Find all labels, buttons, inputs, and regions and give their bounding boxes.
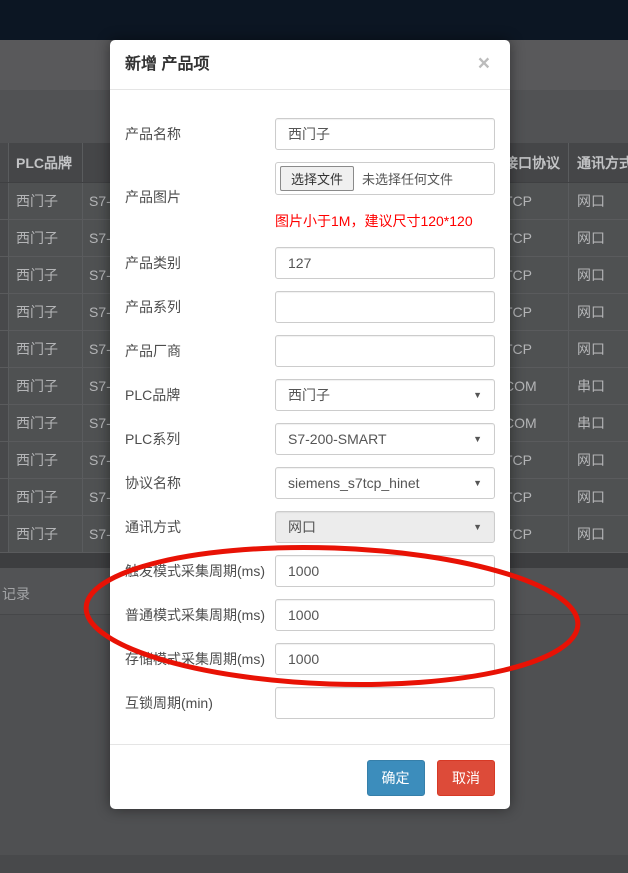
confirm-button[interactable]: 确定	[367, 760, 425, 796]
protocol-name-select[interactable]: siemens_s7tcp_hinet ▼	[275, 467, 495, 499]
comm-method-select[interactable]: 网口 ▼	[275, 511, 495, 543]
cell-comm-method: 网口	[568, 294, 628, 330]
normal-mode-period-label: 普通模式采集周期(ms)	[125, 605, 275, 625]
chevron-down-icon: ▼	[473, 390, 482, 400]
modal-header: 新增 产品项 ×	[110, 40, 510, 90]
protocol-name-value: siemens_s7tcp_hinet	[288, 475, 420, 491]
table-left-gutter	[0, 442, 8, 478]
trigger-mode-period-label: 触发模式采集周期(ms)	[125, 561, 275, 581]
table-left-gutter	[0, 183, 8, 219]
chevron-down-icon: ▼	[473, 478, 482, 488]
form-row-product-name: 产品名称	[125, 118, 495, 150]
header-plc-brand: PLC品牌	[8, 143, 82, 182]
table-left-gutter	[0, 405, 8, 441]
cell-plc-brand: 西门子	[8, 405, 82, 441]
plc-brand-select[interactable]: 西门子 ▼	[275, 379, 495, 411]
modal-title: 新增 产品项	[125, 55, 495, 75]
file-status-text: 未选择任何文件	[362, 169, 453, 188]
table-left-gutter	[0, 257, 8, 293]
cell-comm-method: 网口	[568, 479, 628, 515]
cell-plc-brand: 西门子	[8, 331, 82, 367]
cell-plc-brand: 西门子	[8, 368, 82, 404]
page-bottom-band	[0, 855, 628, 873]
cell-comm-method: 串口	[568, 368, 628, 404]
plc-brand-value: 西门子	[288, 385, 330, 405]
product-image-file-area: 选择文件 未选择任何文件 图片小于1M，建议尺寸120*120	[275, 162, 495, 231]
table-left-gutter	[0, 368, 8, 404]
chevron-down-icon: ▼	[473, 522, 482, 532]
cell-plc-brand: 西门子	[8, 479, 82, 515]
interlock-period-label: 互锁周期(min)	[125, 693, 275, 713]
cell-comm-method: 网口	[568, 442, 628, 478]
cell-plc-brand: 西门子	[8, 183, 82, 219]
table-left-gutter	[0, 479, 8, 515]
cell-plc-brand: 西门子	[8, 516, 82, 552]
plc-brand-label: PLC品牌	[125, 385, 275, 405]
chevron-down-icon: ▼	[473, 434, 482, 444]
form-row-comm-method: 通讯方式 网口 ▼	[125, 511, 495, 543]
choose-file-button[interactable]: 选择文件	[280, 166, 354, 191]
cell-plc-brand: 西门子	[8, 294, 82, 330]
form-row-plc-series: PLC系列 S7-200-SMART ▼	[125, 423, 495, 455]
header-comm-method: 通讯方式	[568, 143, 628, 182]
records-label: 记录	[2, 584, 30, 604]
add-product-modal: 新增 产品项 × 产品名称 产品图片 选择文件 未选择任何文件 图片小于1M，建…	[110, 40, 510, 809]
cell-plc-brand: 西门子	[8, 442, 82, 478]
product-image-file-input[interactable]: 选择文件 未选择任何文件	[275, 162, 495, 195]
cell-comm-method: 网口	[568, 516, 628, 552]
form-row-trigger-mode-period: 触发模式采集周期(ms)	[125, 555, 495, 587]
product-category-label: 产品类别	[125, 253, 275, 273]
comm-method-label: 通讯方式	[125, 517, 275, 537]
product-vendor-input[interactable]	[275, 335, 495, 367]
product-series-input[interactable]	[275, 291, 495, 323]
plc-series-select[interactable]: S7-200-SMART ▼	[275, 423, 495, 455]
close-icon[interactable]: ×	[472, 52, 496, 75]
modal-body: 产品名称 产品图片 选择文件 未选择任何文件 图片小于1M，建议尺寸120*12…	[110, 90, 510, 719]
cell-comm-method: 网口	[568, 183, 628, 219]
form-row-product-category: 产品类别	[125, 247, 495, 279]
interlock-period-input[interactable]	[275, 687, 495, 719]
product-category-input[interactable]	[275, 247, 495, 279]
form-row-product-series: 产品系列	[125, 291, 495, 323]
form-row-product-vendor: 产品厂商	[125, 335, 495, 367]
modal-footer: 确定 取消	[110, 744, 510, 809]
table-left-gutter	[0, 331, 8, 367]
form-row-interlock-period: 互锁周期(min)	[125, 687, 495, 719]
form-row-product-image: 产品图片 选择文件 未选择任何文件 图片小于1M，建议尺寸120*120	[125, 162, 495, 231]
protocol-name-label: 协议名称	[125, 473, 275, 493]
table-left-gutter	[0, 143, 8, 182]
cell-comm-method: 网口	[568, 257, 628, 293]
form-row-normal-mode-period: 普通模式采集周期(ms)	[125, 599, 495, 631]
storage-mode-period-input[interactable]	[275, 643, 495, 675]
form-row-storage-mode-period: 存储模式采集周期(ms)	[125, 643, 495, 675]
table-left-gutter	[0, 516, 8, 552]
image-size-hint: 图片小于1M，建议尺寸120*120	[275, 211, 495, 231]
comm-method-value: 网口	[288, 517, 316, 537]
cell-plc-brand: 西门子	[8, 220, 82, 256]
table-left-gutter	[0, 294, 8, 330]
trigger-mode-period-input[interactable]	[275, 555, 495, 587]
product-name-input[interactable]	[275, 118, 495, 150]
cell-comm-method: 网口	[568, 220, 628, 256]
normal-mode-period-input[interactable]	[275, 599, 495, 631]
table-left-gutter	[0, 220, 8, 256]
top-navbar	[0, 0, 628, 40]
cell-comm-method: 串口	[568, 405, 628, 441]
product-vendor-label: 产品厂商	[125, 341, 275, 361]
form-row-protocol-name: 协议名称 siemens_s7tcp_hinet ▼	[125, 467, 495, 499]
form-row-plc-brand: PLC品牌 西门子 ▼	[125, 379, 495, 411]
product-image-label: 产品图片	[125, 187, 275, 207]
product-name-label: 产品名称	[125, 124, 275, 144]
plc-series-label: PLC系列	[125, 429, 275, 449]
plc-series-value: S7-200-SMART	[288, 431, 387, 447]
screen: PLC品牌 接口协议 通讯方式 西门子S7-TCP网口西门子S7-TCP网口西门…	[0, 0, 628, 873]
cell-comm-method: 网口	[568, 331, 628, 367]
cancel-button[interactable]: 取消	[437, 760, 495, 796]
cell-plc-brand: 西门子	[8, 257, 82, 293]
storage-mode-period-label: 存储模式采集周期(ms)	[125, 649, 275, 669]
product-series-label: 产品系列	[125, 297, 275, 317]
